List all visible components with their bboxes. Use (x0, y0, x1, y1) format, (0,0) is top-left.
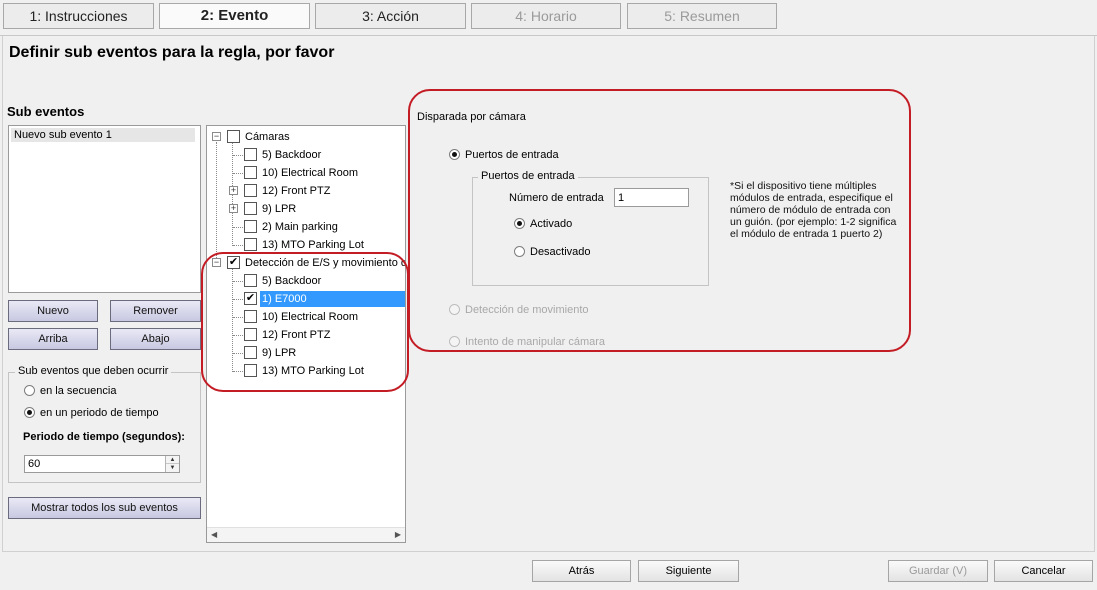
checkbox[interactable] (227, 130, 240, 143)
checkbox[interactable] (244, 184, 257, 197)
collapse-icon[interactable]: − (212, 132, 221, 141)
tree-item-camera[interactable]: 10) Electrical Room (207, 164, 405, 182)
spin-up-icon[interactable]: ▲ (166, 456, 179, 464)
period-radio[interactable] (24, 406, 35, 418)
remove-button[interactable]: Remover (110, 300, 201, 322)
tab-horario: 4: Horario (471, 3, 621, 29)
cancel-button[interactable]: Cancelar (994, 560, 1093, 582)
sequence-radio[interactable] (24, 384, 35, 396)
tree-guide (233, 173, 243, 174)
tree-label: 9) LPR (262, 203, 297, 215)
horizontal-scrollbar[interactable]: ◀ ▶ (207, 527, 405, 542)
tree-label: 10) Electrical Room (262, 167, 358, 179)
scroll-left-icon[interactable]: ◀ (211, 530, 217, 539)
period-value: 60 (28, 458, 41, 470)
tree-item-camera[interactable]: + 12) Front PTZ (207, 182, 405, 200)
tab-resumen: 5: Resumen (627, 3, 777, 29)
tree-label: 12) Front PTZ (262, 185, 331, 197)
sub-events-heading: Sub eventos (7, 104, 85, 119)
list-item[interactable]: Nuevo sub evento 1 (11, 128, 195, 142)
next-button[interactable]: Siguiente (638, 560, 739, 582)
checkbox[interactable] (244, 166, 257, 179)
tree-root-cameras[interactable]: − Cámaras (207, 128, 405, 146)
spin-down-icon[interactable]: ▼ (166, 464, 179, 472)
expand-icon[interactable]: + (229, 186, 238, 195)
checkbox[interactable] (244, 148, 257, 161)
tab-evento[interactable]: 2: Evento (159, 3, 310, 29)
period-option-label: en un periodo de tiempo (40, 407, 159, 419)
tree-guide (233, 227, 243, 228)
checkbox[interactable] (244, 220, 257, 233)
tree-label: Cámaras (245, 131, 290, 143)
tree-item-camera[interactable]: 2) Main parking (207, 218, 405, 236)
option-sequence[interactable]: en la secuencia (24, 384, 117, 397)
checkbox[interactable] (244, 238, 257, 251)
page-title: Definir sub eventos para la regla, por f… (9, 44, 335, 61)
period-stepper[interactable]: 60 ▲ ▼ (24, 455, 180, 473)
tree-label: 2) Main parking (262, 221, 338, 233)
tree-item-camera[interactable]: + 9) LPR (207, 200, 405, 218)
tree-guide (233, 245, 243, 246)
up-button[interactable]: Arriba (8, 328, 98, 350)
annotation-highlight-trigger (408, 89, 911, 352)
new-button[interactable]: Nuevo (8, 300, 98, 322)
tree-label: 13) MTO Parking Lot (262, 239, 364, 251)
tree-guide (233, 155, 243, 156)
occurrence-group-title: Sub eventos que deben ocurrir (15, 365, 172, 377)
option-period[interactable]: en un periodo de tiempo (24, 406, 159, 419)
down-button[interactable]: Abajo (110, 328, 201, 350)
scroll-right-icon[interactable]: ▶ (395, 530, 401, 539)
tab-accion[interactable]: 3: Acción (315, 3, 466, 29)
show-all-button[interactable]: Mostrar todos los sub eventos (8, 497, 201, 519)
sub-events-list[interactable]: Nuevo sub evento 1 (8, 125, 201, 293)
tab-instrucciones[interactable]: 1: Instrucciones (3, 3, 154, 29)
expand-icon[interactable]: + (229, 204, 238, 213)
period-label: Periodo de tiempo (segundos): (23, 431, 185, 443)
sequence-label: en la secuencia (40, 385, 117, 397)
back-button[interactable]: Atrás (532, 560, 631, 582)
tree-label: 5) Backdoor (262, 149, 322, 161)
tree-item-camera[interactable]: 5) Backdoor (207, 146, 405, 164)
annotation-highlight-tree (201, 252, 409, 392)
save-button: Guardar (V) (888, 560, 988, 582)
checkbox[interactable] (244, 202, 257, 215)
